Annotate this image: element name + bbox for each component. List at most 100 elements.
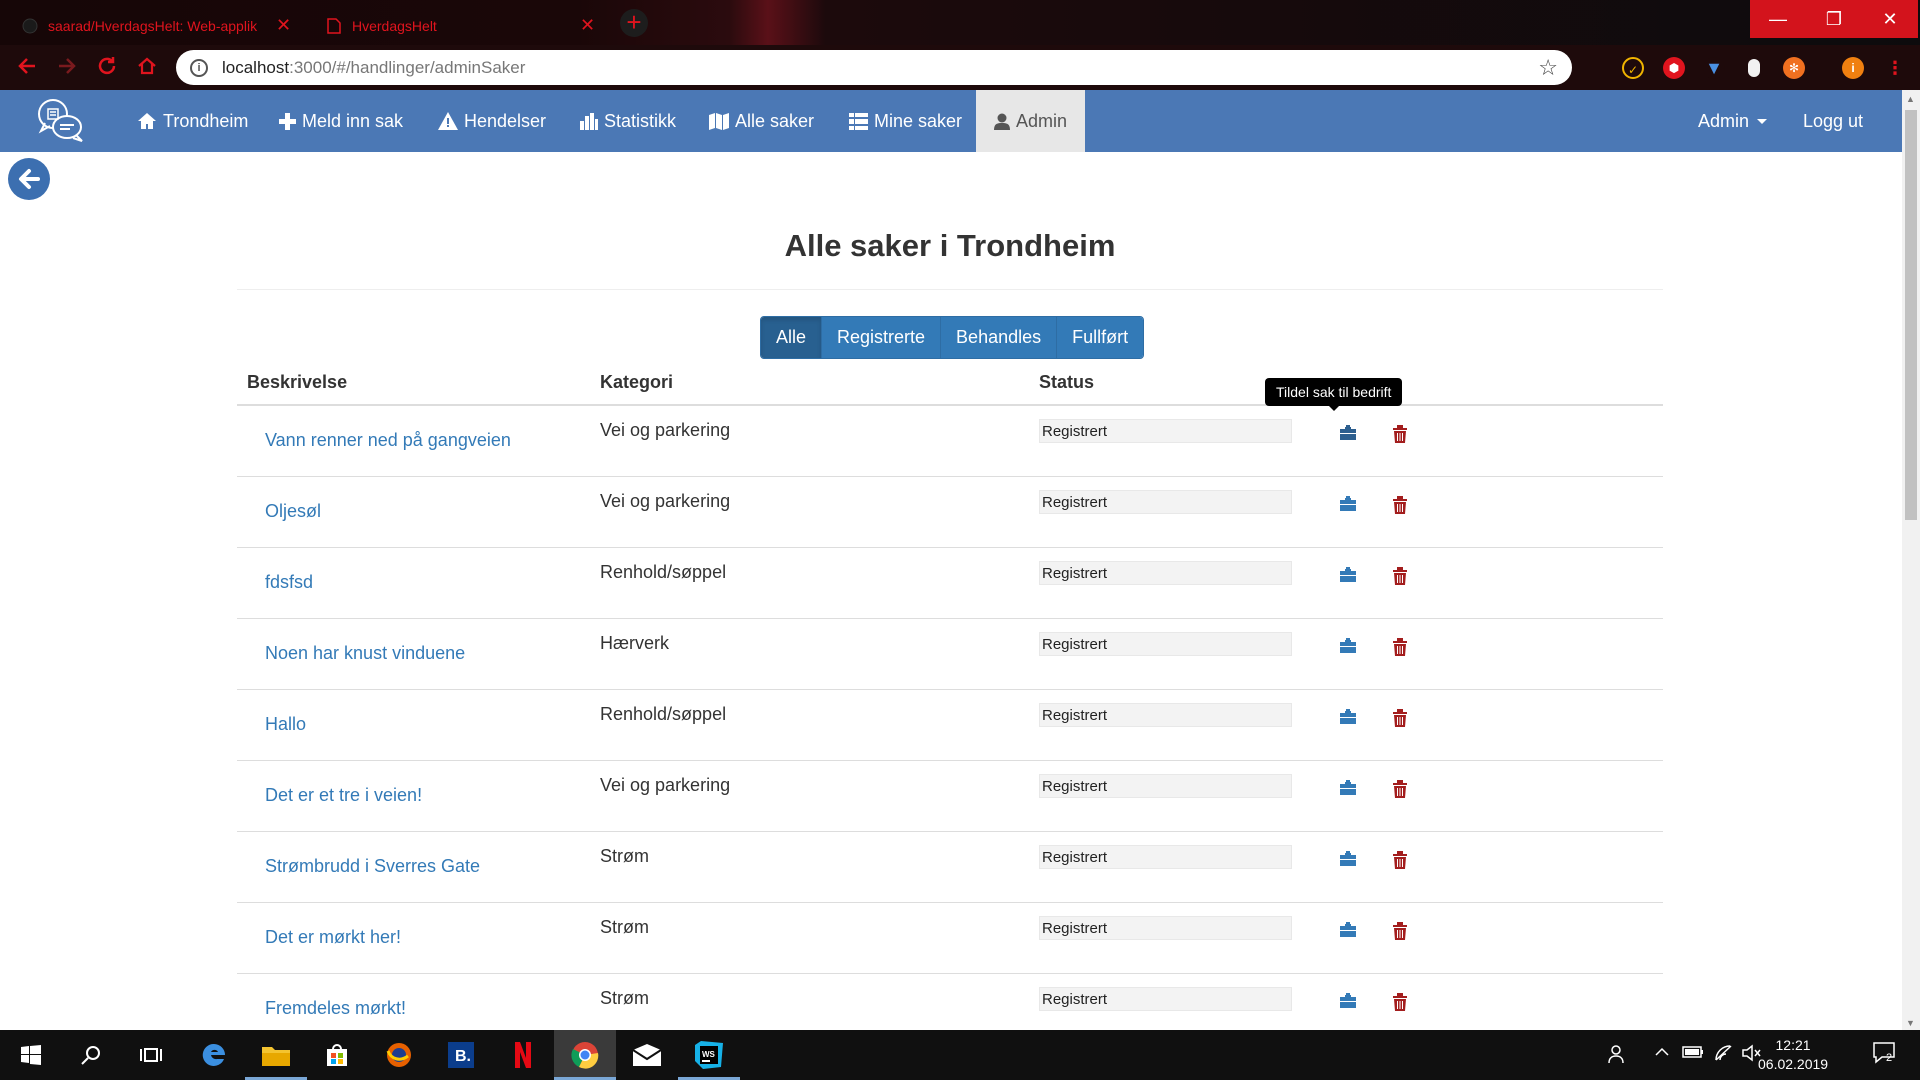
trash-icon[interactable]	[1392, 495, 1416, 520]
status-select[interactable]: Registrert	[1039, 915, 1292, 940]
people-icon[interactable]	[1608, 1044, 1628, 1069]
extension-check-icon[interactable]: ✓	[1622, 57, 1644, 79]
logout-link[interactable]: Logg ut	[1803, 90, 1863, 152]
nav-admin[interactable]: Admin	[976, 90, 1086, 152]
status-select[interactable]: Registrert	[1039, 844, 1292, 869]
app-logo[interactable]	[34, 95, 86, 147]
mail-icon[interactable]	[616, 1030, 678, 1080]
case-link[interactable]: Oljesøl	[247, 501, 580, 522]
extension-shield-icon[interactable]: ⬢	[1663, 57, 1685, 79]
new-tab-button[interactable]: +	[620, 9, 648, 37]
address-bar[interactable]: i localhost:3000/#/handlinger/adminSaker…	[176, 50, 1572, 85]
assign-briefcase-icon[interactable]	[1339, 779, 1363, 804]
case-link[interactable]: Hallo	[247, 714, 580, 735]
scroll-up-icon[interactable]: ▲	[1906, 94, 1915, 104]
close-tab-icon[interactable]: ✕	[580, 15, 595, 36]
column-header-kategori: Kategori	[590, 360, 1029, 406]
status-select[interactable]: Registrert	[1039, 773, 1292, 798]
trash-icon[interactable]	[1392, 850, 1416, 875]
wifi-icon[interactable]	[1714, 1044, 1734, 1067]
case-link[interactable]: Fremdeles mørkt!	[247, 998, 580, 1019]
tab-title: HverdagsHelt	[352, 17, 437, 34]
close-tab-icon[interactable]: ✕	[276, 15, 291, 36]
windows-start-icon[interactable]	[0, 1030, 62, 1080]
status-select[interactable]: Registrert	[1039, 702, 1292, 727]
browser-tab-hverdagshelt[interactable]: HverdagsHelt ✕	[312, 6, 612, 45]
trash-icon[interactable]	[1392, 992, 1416, 1017]
scrollbar-thumb[interactable]	[1905, 110, 1917, 520]
vertical-scrollbar[interactable]: ▲ ▼	[1902, 90, 1920, 1030]
search-icon[interactable]	[60, 1030, 122, 1080]
case-link[interactable]: Strømbrudd i Sverres Gate	[247, 856, 580, 877]
extension-vpn-icon[interactable]: ▼	[1703, 57, 1725, 79]
assign-briefcase-icon[interactable]	[1339, 850, 1363, 875]
firefox-icon[interactable]	[368, 1030, 430, 1080]
home-icon[interactable]	[134, 55, 160, 81]
notifications-icon[interactable]: 2	[1872, 1040, 1898, 1071]
nav-trondheim[interactable]: Trondheim	[137, 90, 248, 152]
bookmark-star-icon[interactable]: ☆	[1538, 55, 1558, 81]
status-select[interactable]: Registrert	[1039, 489, 1292, 514]
nav-hendelser[interactable]: Hendelser	[438, 90, 546, 152]
admin-dropdown[interactable]: Admin	[1698, 90, 1768, 152]
minimize-button[interactable]: —	[1750, 0, 1806, 38]
window-close-button[interactable]: ✕	[1862, 0, 1918, 38]
chevron-up-icon[interactable]	[1654, 1044, 1670, 1065]
nav-statistikk[interactable]: Statistikk	[580, 90, 676, 152]
case-link[interactable]: Vann renner ned på gangveien	[247, 430, 580, 451]
booking-icon[interactable]: B.	[430, 1030, 492, 1080]
nav-mine-saker[interactable]: Mine saker	[849, 90, 962, 152]
extension-orange-icon[interactable]: ✻	[1783, 57, 1805, 79]
chrome-icon[interactable]	[554, 1030, 616, 1080]
trash-icon[interactable]	[1392, 921, 1416, 946]
back-arrow-icon[interactable]	[14, 55, 40, 81]
nav-alle-saker[interactable]: Alle saker	[709, 90, 814, 152]
netflix-icon[interactable]	[492, 1030, 554, 1080]
forward-arrow-icon[interactable]	[54, 55, 80, 81]
browser-tab-github[interactable]: saarad/HverdagsHelt: Web-applik ✕	[8, 6, 308, 45]
nav-meld-inn-sak[interactable]: Meld inn sak	[279, 90, 403, 152]
trash-icon[interactable]	[1392, 425, 1416, 449]
assign-briefcase-icon[interactable]	[1339, 425, 1363, 449]
assign-briefcase-icon[interactable]	[1339, 637, 1363, 662]
assign-briefcase-icon[interactable]	[1339, 992, 1363, 1017]
filter-registrerte-button[interactable]: Registrerte	[822, 317, 942, 358]
back-button[interactable]	[8, 158, 50, 200]
scroll-down-icon[interactable]: ▼	[1906, 1018, 1915, 1028]
status-select[interactable]: Registrert	[1039, 560, 1292, 585]
restore-button[interactable]: ❐	[1806, 0, 1862, 38]
trash-icon[interactable]	[1392, 566, 1416, 591]
profile-avatar-icon[interactable]: i	[1842, 57, 1864, 79]
assign-briefcase-icon[interactable]	[1339, 921, 1363, 946]
battery-icon[interactable]	[1682, 1044, 1704, 1065]
divider	[237, 289, 1663, 290]
case-link[interactable]: Det er et tre i veien!	[247, 785, 580, 806]
status-select[interactable]: Registrert	[1039, 986, 1292, 1011]
reload-icon[interactable]	[94, 55, 120, 81]
map-icon	[709, 112, 729, 130]
task-view-icon[interactable]	[120, 1030, 182, 1080]
status-select[interactable]: Registrert	[1039, 631, 1292, 656]
file-explorer-icon[interactable]	[245, 1030, 307, 1080]
filter-behandles-button[interactable]: Behandles	[941, 317, 1058, 358]
menu-dots-icon[interactable]: ⋮	[1884, 57, 1906, 79]
case-link[interactable]: Det er mørkt her!	[247, 927, 580, 948]
info-icon[interactable]: i	[190, 58, 208, 77]
assign-briefcase-icon[interactable]	[1339, 708, 1363, 733]
trash-icon[interactable]	[1392, 779, 1416, 804]
case-link[interactable]: fdsfsd	[247, 572, 580, 593]
system-clock[interactable]: 12:21 06.02.2019	[1758, 1036, 1828, 1074]
extension-bottle-icon[interactable]	[1748, 59, 1760, 77]
assign-briefcase-icon[interactable]	[1339, 495, 1363, 520]
status-select[interactable]: Registrert	[1039, 419, 1292, 443]
assign-briefcase-icon[interactable]	[1339, 566, 1363, 591]
trash-icon[interactable]	[1392, 637, 1416, 662]
case-link[interactable]: Noen har knust vinduene	[247, 643, 580, 664]
filter-fullfort-button[interactable]: Fullført	[1057, 317, 1144, 358]
filter-alle-button[interactable]: Alle	[761, 317, 823, 358]
trash-icon[interactable]	[1392, 708, 1416, 733]
webstorm-icon[interactable]: WS	[678, 1030, 740, 1080]
store-icon[interactable]	[306, 1030, 368, 1080]
case-category: Strøm	[600, 987, 649, 1008]
edge-icon[interactable]	[183, 1030, 245, 1080]
